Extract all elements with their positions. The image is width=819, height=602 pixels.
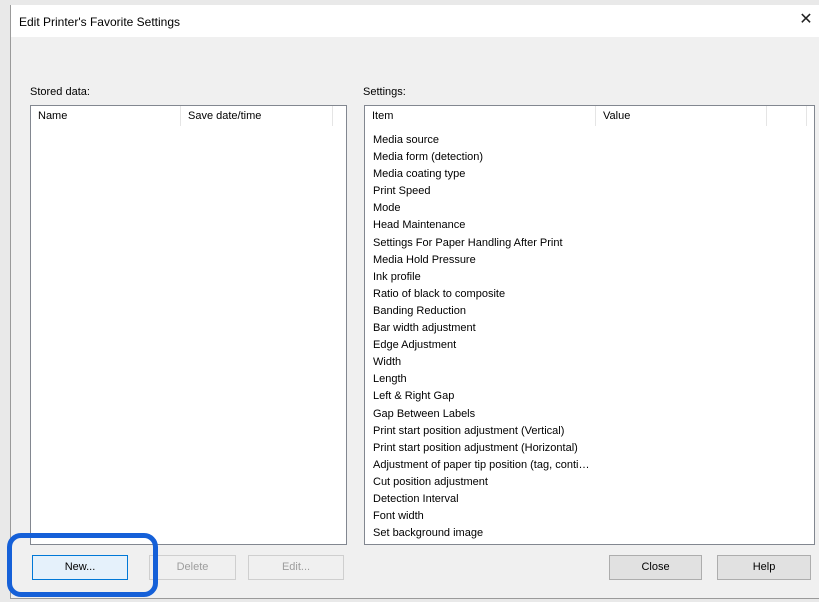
settings-item[interactable]: Cut position adjustment [373,474,589,491]
column-header-save-date[interactable]: Save date/time [181,106,333,126]
settings-item[interactable]: Detection Interval [373,491,589,508]
column-header-item[interactable]: Item [365,106,596,126]
dialog-title: Edit Printer's Favorite Settings [19,15,181,29]
column-header-blank [767,106,807,126]
settings-item[interactable]: Settings For Paper Handling After Print [373,235,589,252]
help-button[interactable]: Help [717,555,811,580]
settings-item[interactable]: Set background image [373,525,589,542]
settings-header: Item Value [365,106,814,128]
settings-item[interactable]: Banding Reduction [373,303,589,320]
settings-items: Media source Media form (detection) Media … [373,132,589,542]
settings-item[interactable]: Width [373,354,589,371]
settings-item[interactable]: Left & Right Gap [373,388,589,405]
settings-item[interactable]: Edge Adjustment [373,337,589,354]
title-bar: Edit Printer's Favorite Settings ✕ [11,5,819,37]
edit-button[interactable]: Edit... [248,555,344,580]
settings-item[interactable]: Head Maintenance [373,217,589,234]
settings-label: Settings: [363,86,406,98]
settings-item[interactable]: Print Speed [373,183,589,200]
favorite-settings-dialog: Edit Printer's Favorite Settings ✕ Store… [10,5,819,599]
column-header-value[interactable]: Value [596,106,767,126]
stored-data-list[interactable]: Name Save date/time [30,105,347,545]
settings-item[interactable]: Media form (detection) [373,149,589,166]
close-icon[interactable]: ✕ [795,9,817,31]
delete-button[interactable]: Delete [149,555,236,580]
settings-item[interactable]: Print start position adjustment (Vertica… [373,423,589,440]
stored-data-label: Stored data: [30,86,90,98]
settings-item[interactable]: Media source [373,132,589,149]
settings-item[interactable]: Ratio of black to composite [373,286,589,303]
settings-list[interactable]: Item Value Media source Media form (detec… [364,105,815,545]
settings-item[interactable]: Media Hold Pressure [373,252,589,269]
settings-item[interactable]: Media coating type [373,166,589,183]
settings-item[interactable]: Font width [373,508,589,525]
settings-item[interactable]: Print start position adjustment (Horizon… [373,440,589,457]
column-header-name[interactable]: Name [31,106,181,126]
settings-item[interactable]: Bar width adjustment [373,320,589,337]
settings-item[interactable]: Length [373,371,589,388]
close-button[interactable]: Close [609,555,702,580]
new-button[interactable]: New... [32,555,128,580]
settings-item[interactable]: Mode [373,200,589,217]
settings-item[interactable]: Adjustment of paper tip position (tag, c… [373,457,589,474]
settings-item[interactable]: Ink profile [373,269,589,286]
settings-item[interactable]: Gap Between Labels [373,406,589,423]
stored-data-header: Name Save date/time [31,106,346,128]
